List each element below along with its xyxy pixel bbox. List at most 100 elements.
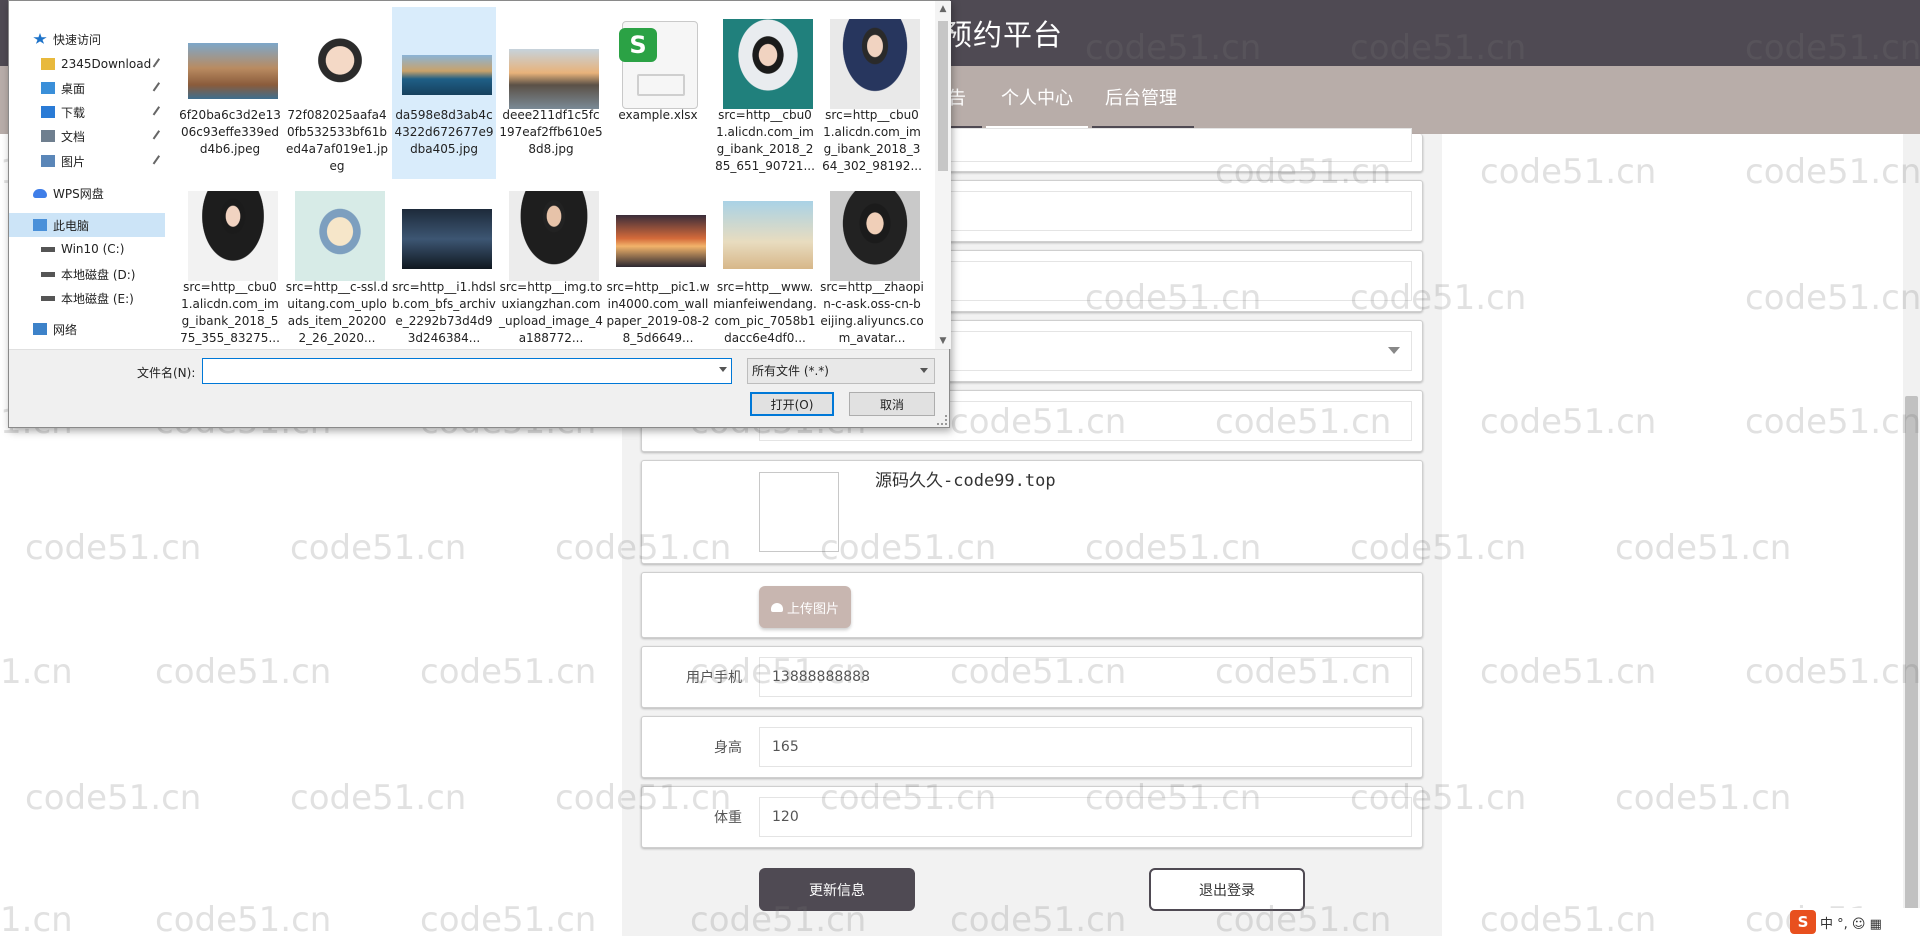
image-thumbnail bbox=[509, 191, 599, 281]
nav-pane-item[interactable]: 网络 bbox=[9, 317, 165, 341]
pin-icon[interactable] bbox=[152, 155, 164, 167]
filetype-value: 所有文件 (*.*) bbox=[752, 364, 829, 378]
filename-input[interactable] bbox=[202, 358, 732, 384]
file-item[interactable]: src=http__img.touxiangzhan.com_upload_im… bbox=[499, 179, 603, 349]
nav-pane-item-label: 下载 bbox=[61, 105, 86, 120]
file-name: src=http__cbu01.alicdn.com_img_ibank_201… bbox=[822, 108, 922, 173]
image-thumbnail bbox=[295, 33, 385, 105]
nav-pane-item[interactable]: WPS网盘 bbox=[9, 181, 165, 205]
nav-pane-item[interactable]: Win10 (C:) bbox=[9, 237, 165, 261]
watermark-text: code51.cn bbox=[25, 778, 202, 818]
phone-input[interactable]: 13888888888 bbox=[759, 657, 1412, 697]
cancel-button[interactable]: 取消 bbox=[849, 392, 935, 416]
image-thumbnail bbox=[295, 191, 385, 281]
file-item[interactable]: src=http__zhaopin-c-ask.oss-cn-beijing.a… bbox=[820, 179, 924, 349]
weight-label: 体重 bbox=[714, 810, 742, 826]
image-thumbnail bbox=[723, 201, 813, 269]
open-button[interactable]: 打开(O) bbox=[750, 392, 834, 416]
nav-pane-item-label: 网络 bbox=[53, 322, 78, 337]
weight-input[interactable]: 120 bbox=[759, 797, 1412, 837]
image-thumbnail bbox=[402, 55, 492, 95]
file-item[interactable]: src=http__www.mianfeiwendang.com_pic_705… bbox=[713, 179, 817, 349]
file-name: src=http__c-ssl.duitang.com_uploads_item… bbox=[285, 280, 389, 345]
nav-pane-item[interactable]: 下载 bbox=[9, 100, 165, 124]
resize-grip-icon[interactable] bbox=[937, 415, 947, 425]
scroll-down-icon[interactable]: ▼ bbox=[935, 333, 951, 349]
file-item[interactable]: 6f20ba6c3d2e1306c93effe339edd4b6.jpeg bbox=[178, 7, 282, 179]
watermark-text: code51.cn bbox=[290, 528, 467, 568]
cloud-icon bbox=[33, 188, 47, 198]
image-thumbnail bbox=[830, 19, 920, 109]
nav-pane-item[interactable]: 文档 bbox=[9, 124, 165, 148]
file-name: 72f082025aafa40fb532533bf61bed4a7af019e1… bbox=[286, 108, 388, 173]
image-thumbnail bbox=[509, 49, 599, 109]
watermark-text: code51.cn bbox=[1480, 152, 1657, 192]
nav-pane-item-label: 图片 bbox=[61, 154, 86, 169]
page-scrollbar-thumb[interactable] bbox=[1905, 396, 1918, 916]
file-item[interactable]: src=http__pic1.win4000.com_wallpaper_201… bbox=[606, 179, 710, 349]
watermark-text: code51.cn bbox=[155, 652, 332, 692]
document-icon bbox=[41, 130, 55, 142]
nav-pane-item[interactable]: 本地磁盘 (D:) bbox=[9, 262, 165, 286]
watermark-text: code51.cn bbox=[420, 900, 597, 936]
nav-item-personal-center[interactable]: 个人中心 bbox=[1001, 84, 1073, 110]
file-name: src=http__www.mianfeiwendang.com_pic_705… bbox=[713, 280, 817, 345]
nav-pane-item[interactable]: 快速访问 bbox=[9, 27, 165, 51]
file-item[interactable]: src=http__cbu01.alicdn.com_img_ibank_201… bbox=[820, 7, 924, 179]
nav-pane-item-label: 本地磁盘 (D:) bbox=[61, 267, 136, 282]
image-thumbnail bbox=[830, 191, 920, 281]
scroll-up-icon[interactable]: ▲ bbox=[935, 1, 951, 17]
nav-pane-item[interactable]: 图片 bbox=[9, 149, 165, 173]
star-icon bbox=[33, 33, 47, 44]
nav-pane-item[interactable]: 桌面 bbox=[9, 76, 165, 100]
file-open-dialog: 快速访问 2345Download 桌面下载文档图片 WPS网盘此电脑 Win10 (C… bbox=[8, 0, 951, 428]
watermark-text: code51.cn bbox=[1745, 652, 1920, 692]
image-thumbnail bbox=[402, 209, 492, 269]
file-item[interactable]: src=http__cbu01.alicdn.com_img_ibank_201… bbox=[178, 179, 282, 349]
file-name: src=http__cbu01.alicdn.com_img_ibank_201… bbox=[715, 108, 815, 173]
chevron-down-icon[interactable] bbox=[920, 368, 928, 373]
update-info-button[interactable]: 更新信息 bbox=[759, 868, 915, 911]
file-list-scroll-thumb[interactable] bbox=[938, 21, 948, 171]
form-row-weight: 体重 120 bbox=[641, 786, 1423, 848]
file-item[interactable]: da598e8d3ab4c4322d672677e9dba405.jpg bbox=[392, 7, 496, 179]
watermark-text: code51.cn bbox=[290, 778, 467, 818]
file-name: src=http__zhaopin-c-ask.oss-cn-beijing.a… bbox=[820, 280, 924, 345]
file-item[interactable]: src=http__cbu01.alicdn.com_img_ibank_201… bbox=[713, 7, 817, 179]
nav-pane-item[interactable]: 2345Download bbox=[9, 52, 165, 76]
file-name: da598e8d3ab4c4322d672677e9dba405.jpg bbox=[394, 108, 494, 156]
logout-button[interactable]: 退出登录 bbox=[1149, 868, 1305, 911]
pin-icon[interactable] bbox=[152, 106, 164, 118]
nav-item-admin[interactable]: 后台管理 bbox=[1105, 84, 1177, 110]
pin-icon[interactable] bbox=[152, 82, 164, 94]
pin-icon[interactable] bbox=[152, 58, 164, 70]
image-row: 源码久久-code99.top bbox=[641, 460, 1423, 564]
image-thumbnail bbox=[188, 43, 278, 99]
height-input[interactable]: 165 bbox=[759, 727, 1412, 767]
ime-toolbar[interactable]: S 中 °, ☺ ▦ bbox=[1790, 908, 1920, 936]
file-item[interactable]: deee211df1c5fc197eaf2ffb610e58d8.jpg bbox=[499, 7, 603, 179]
file-item[interactable]: src=http__i1.hdslb.com_bfs_archive_2292b… bbox=[392, 179, 496, 349]
nav-pane-item[interactable]: 本地磁盘 (E:) bbox=[9, 286, 165, 310]
upload-row: 上传图片 bbox=[641, 572, 1423, 638]
height-label: 身高 bbox=[714, 740, 742, 756]
ime-status[interactable]: 中 °, ☺ ▦ bbox=[1820, 913, 1882, 932]
drive-icon bbox=[41, 271, 55, 277]
file-item[interactable]: src=http__c-ssl.duitang.com_uploads_item… bbox=[285, 179, 389, 349]
pictures-icon bbox=[41, 155, 55, 167]
upload-image-button[interactable]: 上传图片 bbox=[759, 586, 851, 628]
file-item[interactable]: 72f082025aafa40fb532533bf61bed4a7af019e1… bbox=[285, 7, 389, 179]
watermark-text: code51.cn bbox=[1480, 402, 1657, 442]
nav-pane-item-label: 2345Download bbox=[61, 57, 152, 71]
watermark-text: code51.cn bbox=[1745, 152, 1920, 192]
image-caption: 源码久久-code99.top bbox=[875, 471, 1056, 491]
chevron-down-icon[interactable] bbox=[719, 367, 727, 372]
file-item[interactable]: Sexample.xlsx bbox=[606, 7, 710, 179]
nav-pane-item-label: 本地磁盘 (E:) bbox=[61, 291, 134, 306]
pin-icon[interactable] bbox=[152, 130, 164, 142]
broken-image-icon bbox=[759, 472, 839, 552]
sogou-ime-icon[interactable]: S bbox=[1790, 910, 1816, 934]
nav-pane-item[interactable]: 此电脑 bbox=[9, 213, 165, 237]
watermark-text: code51.cn bbox=[1615, 778, 1792, 818]
filetype-select[interactable]: 所有文件 (*.*) bbox=[747, 358, 935, 384]
